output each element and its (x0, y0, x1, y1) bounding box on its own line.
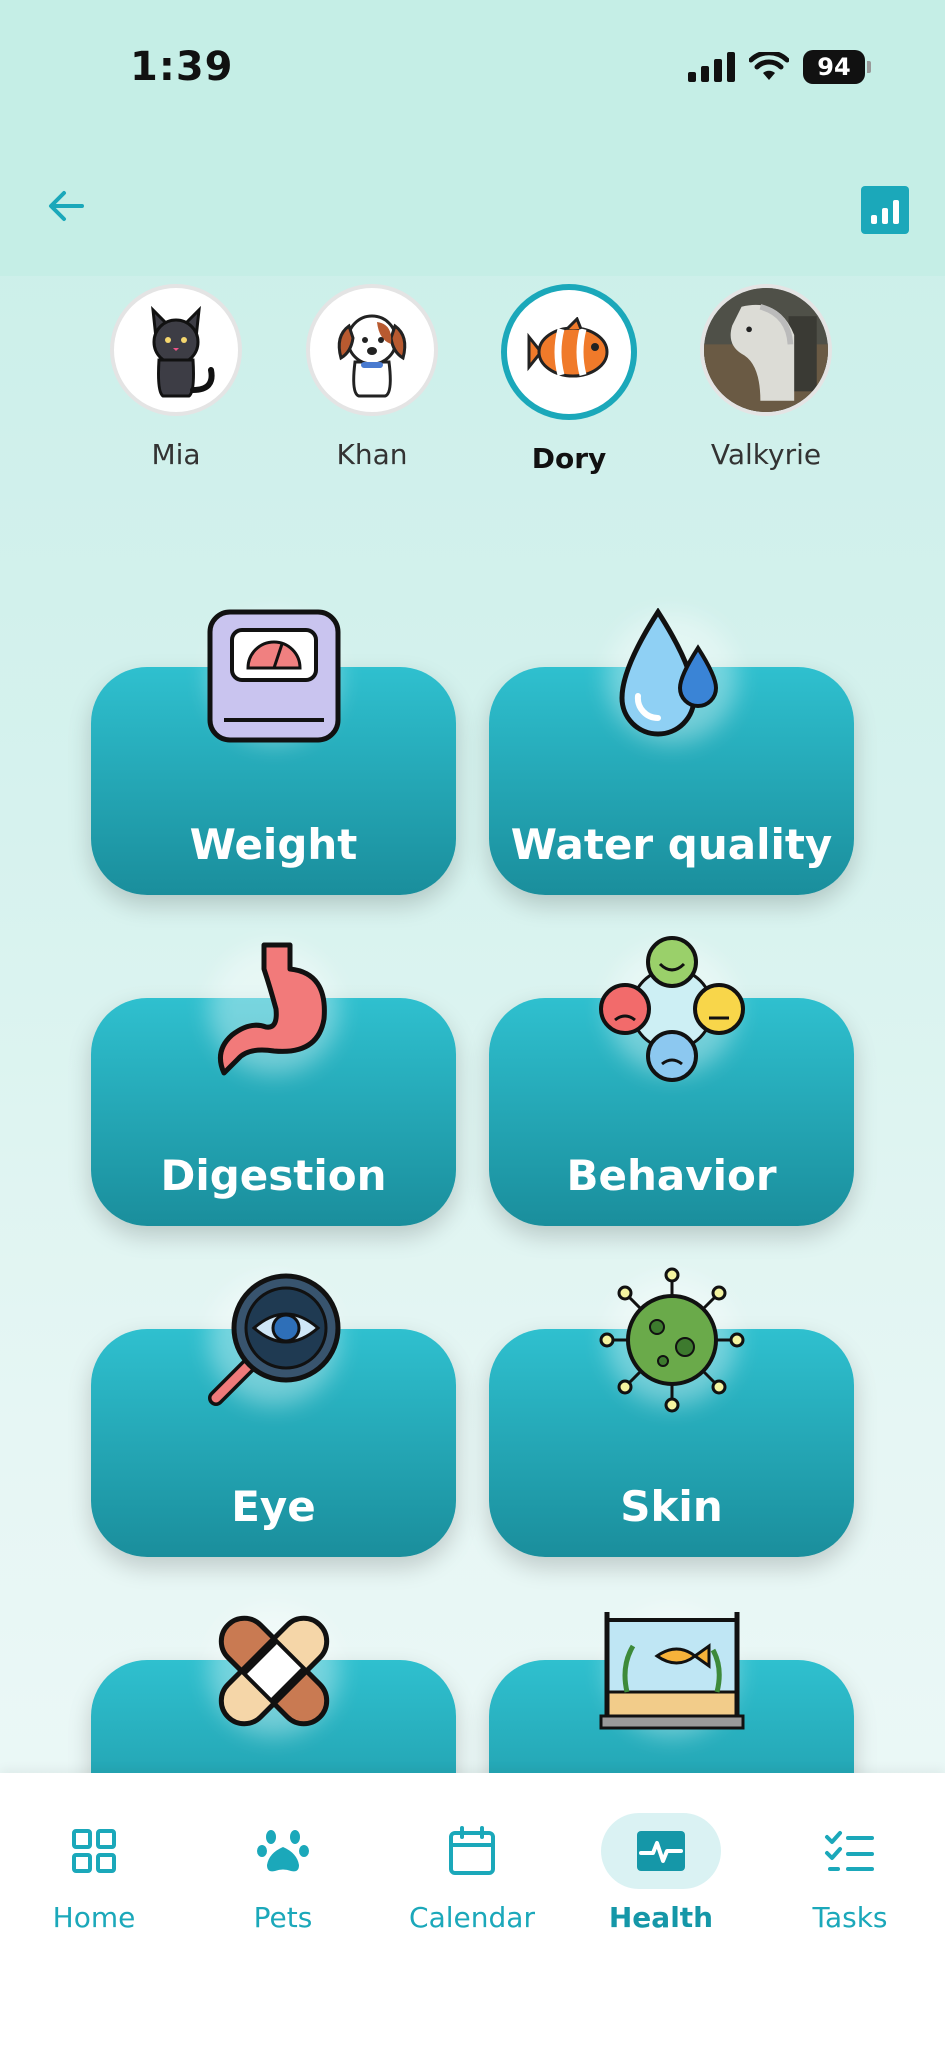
status-time: 1:39 (130, 44, 234, 90)
category-label: Behavior (566, 1151, 777, 1200)
cat-icon (110, 284, 242, 416)
pet-mia[interactable]: Mia (101, 284, 251, 471)
nav-label: Calendar (409, 1901, 535, 1934)
nav-label: Pets (253, 1901, 313, 1934)
category-card-behavior[interactable]: Behavior (489, 936, 854, 1226)
nav-label: Home (52, 1901, 136, 1934)
category-card-weight[interactable]: Weight (91, 609, 456, 895)
stats-button[interactable] (861, 186, 909, 234)
category-card-skin[interactable]: Skin (489, 1267, 854, 1557)
nav-health[interactable]: Health (571, 1813, 751, 1934)
nav-label: Tasks (812, 1901, 888, 1934)
nav-home[interactable]: Home (4, 1813, 184, 1934)
wifi-icon (749, 52, 789, 80)
battery-indicator: 94 (803, 50, 871, 84)
heartbeat-icon (601, 1813, 721, 1889)
pet-name: Mia (151, 438, 201, 471)
category-card-water-quality[interactable]: Water quality (489, 608, 854, 895)
pet-valkyrie[interactable]: Valkyrie (691, 284, 841, 471)
category-label: Water quality (510, 820, 833, 869)
nav-calendar[interactable]: Calendar (382, 1813, 562, 1934)
scale-icon (199, 603, 349, 753)
nav-pets[interactable]: Pets (193, 1813, 373, 1934)
bandage-icon (199, 1596, 349, 1746)
pet-name: Khan (336, 438, 408, 471)
stomach-icon (199, 934, 349, 1084)
category-card-eye[interactable]: Eye (91, 1273, 456, 1557)
status-icons: 94 (688, 50, 871, 84)
emotions-icon (597, 934, 747, 1084)
pet-dory[interactable]: Dory (494, 284, 644, 475)
paw-icon (223, 1813, 343, 1889)
pet-name: Valkyrie (710, 438, 822, 471)
back-arrow-icon[interactable] (42, 182, 90, 230)
pet-khan[interactable]: Khan (297, 284, 447, 471)
nav-label: Health (608, 1901, 714, 1934)
pet-name: Dory (531, 442, 607, 475)
category-label: Eye (231, 1482, 316, 1531)
horse-photo (700, 284, 832, 416)
cellular-signal-icon (688, 52, 735, 82)
clownfish-icon (501, 284, 637, 420)
dog-icon (306, 284, 438, 416)
grid-icon (34, 1813, 154, 1889)
water-drop-icon (597, 603, 747, 753)
pet-selector: Mia Khan Dory Valkyrie (0, 284, 945, 484)
category-label: Skin (620, 1482, 723, 1531)
checklist-icon (790, 1813, 910, 1889)
eye-magnifier-icon (199, 1265, 349, 1415)
aquarium-icon (597, 1596, 747, 1746)
category-label: Weight (189, 820, 358, 869)
header: 1:39 94 (0, 0, 945, 276)
category-label: Digestion (160, 1151, 387, 1200)
virus-icon (597, 1265, 747, 1415)
bottom-nav: Home Pets Calendar Health Tasks (0, 1773, 945, 2048)
nav-tasks[interactable]: Tasks (760, 1813, 940, 1934)
category-card-digestion[interactable]: Digestion (91, 942, 456, 1226)
calendar-icon (412, 1813, 532, 1889)
